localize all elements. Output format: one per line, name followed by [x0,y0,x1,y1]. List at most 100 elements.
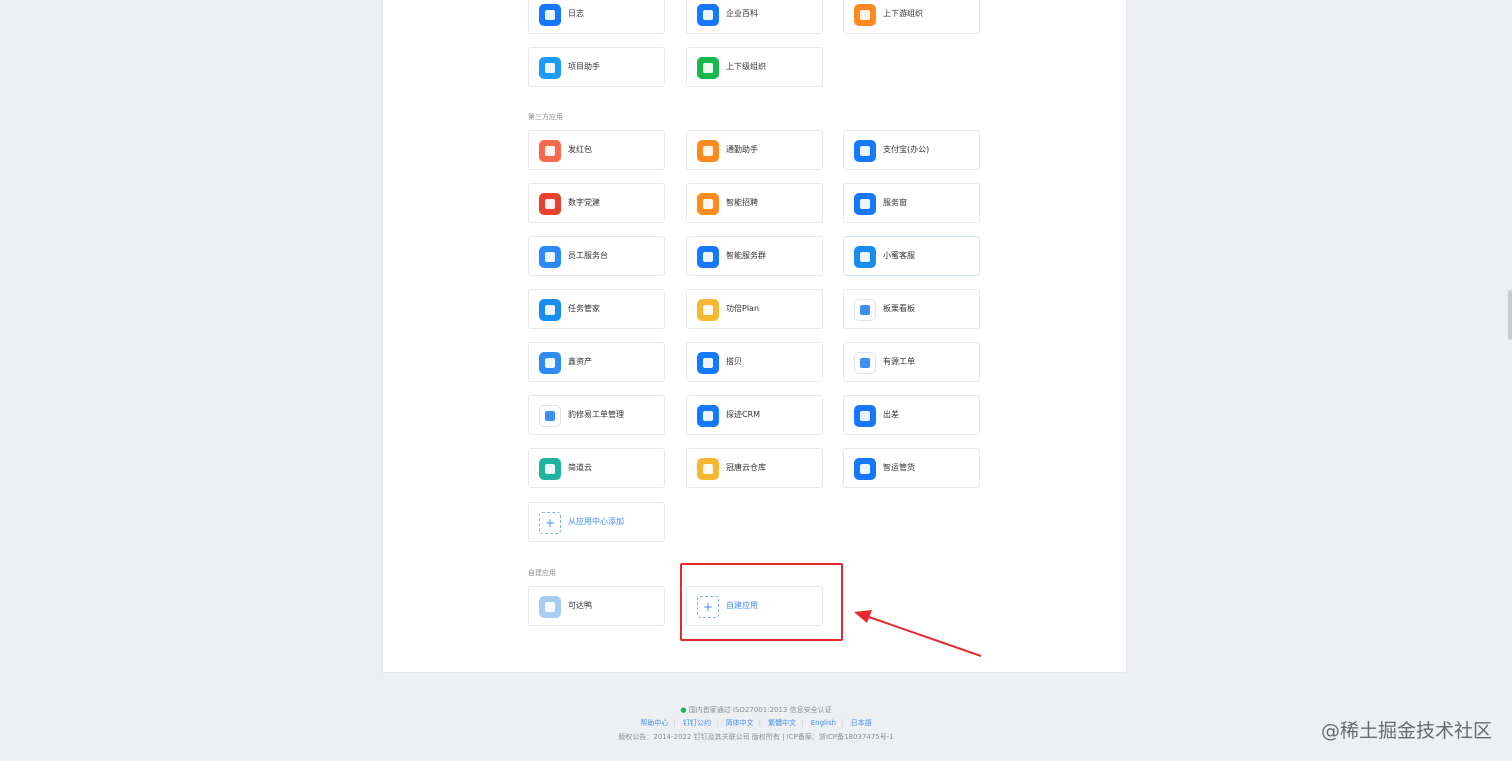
footer-divider: | [841,719,844,727]
footer-link-help[interactable]: 帮助中心 [635,719,673,727]
third-party-app-card[interactable]: 智运管货 [843,448,980,488]
encyclopedia-icon [697,4,719,26]
hierarchy-org-icon [697,57,719,79]
third-party-app-label: 智能服务群 [726,251,766,260]
third-party-app-card[interactable]: 冠唐云仓库 [686,448,823,488]
crm-icon [697,405,719,427]
project-assistant-icon [539,57,561,79]
psyduck-icon [539,596,561,618]
footer-link-english[interactable]: English [806,719,841,727]
service-window-icon [854,193,876,215]
footer-divider: | [758,719,761,727]
third-party-app-label: 小蜜客服 [883,251,915,260]
footer-link-zh-hant[interactable]: 繁體中文 [763,719,801,727]
log-icon [539,4,561,26]
builtin-app-card[interactable]: 日志 [528,0,665,34]
third-party-app-card[interactable]: 探迹CRM [686,395,823,435]
watermark-text: @稀土掘金技术社区 [1320,720,1492,742]
service-group-icon [697,246,719,268]
add-from-app-center-button[interactable]: + 从应用中心添加 [528,502,665,542]
third-party-app-label: 通勤助手 [726,145,758,154]
third-party-app-label: 员工服务台 [568,251,608,260]
shield-check-icon: ● [680,706,687,714]
third-party-app-label: 简道云 [568,463,592,472]
footer-link-japanese[interactable]: 日本語 [846,719,877,727]
third-party-app-card[interactable]: 员工服务台 [528,236,665,276]
security-cert-text: 国内首家通过 ISO27001:2013 信息安全认证 [688,706,832,714]
footer-divider: | [673,719,676,727]
asset-icon [539,352,561,374]
highlight-annotation-box [680,563,843,641]
footer-divider: | [715,719,719,727]
page-scrollbar[interactable] [1508,0,1512,761]
third-party-app-card[interactable]: 智能招聘 [686,183,823,223]
third-party-app-card[interactable]: 豹修易工单管理 [528,395,665,435]
kanban-icon [854,299,876,321]
custom-app-card[interactable]: 可达鸭 [528,586,665,626]
footer-links: 帮助中心 | 钉钉公约 | 简体中文 | 繁體中文 | English | 日本語 [0,718,1512,728]
third-party-app-card[interactable]: 简道云 [528,448,665,488]
customer-service-icon [854,246,876,268]
security-cert: ● 国内首家通过 ISO27001:2013 信息安全认证 [0,705,1512,715]
third-party-app-label: 探迹CRM [726,410,761,419]
copyright-notice: 版权公告：2014-2022 钉钉及其关联公司 版权所有 | ICP备案：浙IC… [618,733,894,741]
builtin-app-card[interactable]: 企业百科 [686,0,823,34]
third-party-app-card[interactable]: 板栗看板 [843,289,980,329]
third-party-app-card[interactable]: 功倍Plan [686,289,823,329]
dabei-icon [697,352,719,374]
third-party-app-label: 任务管家 [568,304,600,313]
third-party-app-card[interactable]: 有源工单 [843,342,980,382]
third-party-app-label: 智运管货 [883,463,915,472]
third-party-app-card[interactable]: 数字党建 [528,183,665,223]
add-from-app-center-label: 从应用中心添加 [568,517,624,526]
third-party-app-card[interactable]: 服务窗 [843,183,980,223]
plan-icon [697,299,719,321]
third-party-app-label: 支付宝(办公) [883,145,930,154]
builtin-app-card[interactable]: 项目助手 [528,47,665,87]
builtin-app-label: 上下游组织 [883,9,923,18]
annotation-arrow-icon [854,610,982,657]
third-party-app-card[interactable]: 鑫资产 [528,342,665,382]
party-building-icon [539,193,561,215]
third-party-app-card[interactable]: 支付宝(办公) [843,130,980,170]
third-party-app-card[interactable]: 出差 [843,395,980,435]
third-party-app-card[interactable]: 任务管家 [528,289,665,329]
supply-chain-org-icon [854,4,876,26]
builtin-app-label: 企业百科 [726,9,758,18]
task-manager-icon [539,299,561,321]
builtin-app-label: 上下级组织 [726,62,766,71]
alipay-icon [854,140,876,162]
third-party-app-label: 发红包 [568,145,592,154]
third-party-app-label: 搭贝 [726,357,742,366]
third-party-app-card[interactable]: 智能服务群 [686,236,823,276]
third-party-app-card[interactable]: 小蜜客服 [843,236,980,276]
third-party-app-label: 智能招聘 [726,198,758,207]
third-party-app-card[interactable]: 搭贝 [686,342,823,382]
custom-app-label: 可达鸭 [568,601,592,610]
third-party-section-title: 第三方应用 [528,113,563,121]
builtin-app-label: 项目助手 [568,62,600,71]
footer-divider: | [801,719,804,727]
work-order-icon [854,352,876,374]
builtin-app-label: 日志 [568,9,584,18]
scrollbar-thumb[interactable] [1508,290,1512,340]
builtin-app-card[interactable]: 上下游组织 [843,0,980,34]
business-trip-icon [854,405,876,427]
third-party-app-label: 有源工单 [883,357,915,366]
builtin-app-card[interactable]: 上下级组织 [686,47,823,87]
third-party-app-label: 豹修易工单管理 [568,410,624,419]
footer-link-convention[interactable]: 钉钉公约 [678,719,716,727]
plus-icon: + [539,512,561,534]
third-party-app-label: 冠唐云仓库 [726,463,766,472]
cloud-icon [539,458,561,480]
third-party-app-label: 鑫资产 [568,357,592,366]
third-party-app-label: 板栗看板 [883,304,915,313]
third-party-app-label: 服务窗 [883,198,907,207]
third-party-app-label: 出差 [883,410,899,419]
recruitment-icon [697,193,719,215]
third-party-app-card[interactable]: 发红包 [528,130,665,170]
third-party-app-card[interactable]: 通勤助手 [686,130,823,170]
employee-service-icon [539,246,561,268]
footer-link-zh-hans[interactable]: 简体中文 [721,719,759,727]
commute-assistant-icon [697,140,719,162]
